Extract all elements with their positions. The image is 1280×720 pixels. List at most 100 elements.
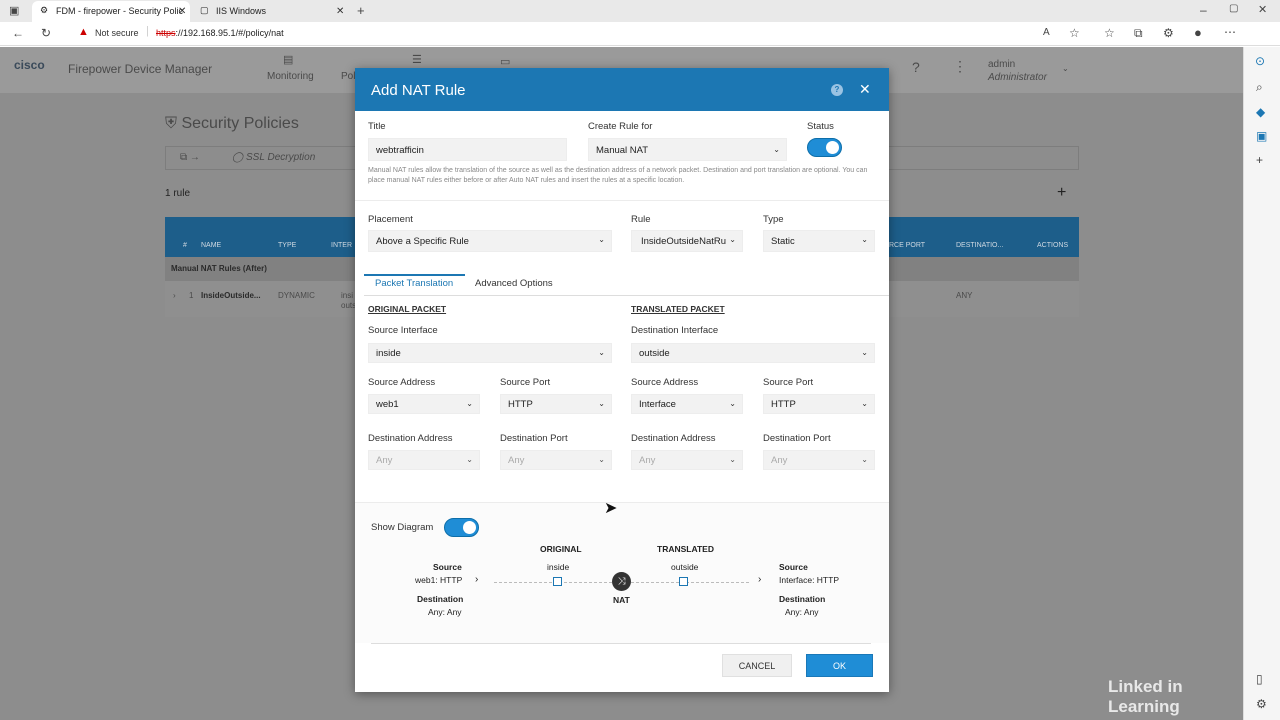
title-input[interactable]: webtrafficin [368,138,567,161]
favorite-icon[interactable]: ☆ [1069,26,1080,40]
flow-icon: ⧉ → [180,152,200,163]
divider [371,643,871,644]
trans-source-port-value: HTTP [771,399,796,410]
extensions-icon[interactable]: ⚙ [1163,26,1174,40]
add-nat-rule-dialog: Add NAT Rule ? ✕ Title webtrafficin Crea… [355,68,889,692]
chevron-down-icon: ⌄ [729,399,736,408]
status-label: Status [807,121,834,132]
expand-icon[interactable]: › [173,291,176,300]
tab-iis[interactable]: ▢ IIS Windows ✕ [192,1,350,22]
nav-monitoring[interactable]: Monitoring [267,71,314,82]
help-icon[interactable]: ? [831,84,843,96]
placement-select[interactable]: Above a Specific Rule ⌄ [368,230,612,252]
tab-actions-icon[interactable]: ▣ [9,4,19,17]
device-icon[interactable]: ☰ [412,53,422,66]
orig-destination-address-label: Destination Address [368,433,453,444]
col-destination: DESTINATIO... [956,242,1004,249]
rule-count: 1 rule [165,188,191,199]
col-num: # [183,242,187,249]
objects-icon[interactable]: ▭ [500,55,510,68]
chevron-down-icon: ⌄ [861,348,868,357]
help-icon[interactable]: ? [912,59,920,75]
minimize-icon[interactable]: – [1200,3,1207,17]
orig-source-port-select[interactable]: HTTP ⌄ [500,394,612,414]
right-source-label: Source [779,562,808,572]
tab-packet-translation[interactable]: Packet Translation [375,278,453,289]
rule-select[interactable]: InsideOutsideNatRu ⌄ [631,230,743,252]
tab-fdm[interactable]: ⚙ FDM - firepower - Security Polic ✕ [32,1,190,22]
rule-label: Rule [631,214,651,225]
ok-button[interactable]: OK [806,654,873,677]
trans-source-port-select[interactable]: HTTP ⌄ [763,394,875,414]
orig-source-port-value: HTTP [508,399,533,410]
diagram-line-right [631,582,749,583]
row-dest: ANY [956,291,973,300]
type-value: Static [771,236,795,247]
toggle-knob [826,141,839,154]
toggle-knob [463,521,476,534]
shopping-icon[interactable]: ◆ [1256,105,1265,119]
orig-destination-port-value: Any [508,455,525,466]
orig-source-address-select[interactable]: web1 ⌄ [368,394,480,414]
orig-destination-port-select[interactable]: Any ⌄ [500,450,612,470]
collections-icon[interactable]: ⧉ [1134,26,1143,41]
close-icon[interactable]: ✕ [178,6,186,17]
security-label[interactable]: Not secure [95,28,139,38]
warning-icon: ▲ [78,26,89,38]
trans-destination-port-label: Destination Port [763,433,831,444]
new-tab-icon[interactable]: + [357,3,365,18]
tab-title: FDM - firepower - Security Polic [56,6,184,16]
close-icon[interactable]: ✕ [336,6,344,17]
add-icon[interactable]: + [1057,184,1066,202]
chevron-down-icon: ⌄ [729,455,736,464]
read-aloud-icon[interactable]: A [1043,27,1050,38]
orig-destination-port-label: Destination Port [500,433,568,444]
status-toggle[interactable] [807,138,842,157]
address-bar: ← ↻ ▲ Not secure | https://192.168.95.1/… [0,22,1280,46]
settings-icon[interactable]: ⚙ [1256,697,1267,711]
favorites-icon[interactable]: ☆ [1104,26,1115,40]
show-diagram-toggle[interactable] [444,518,479,537]
trans-destination-address-select[interactable]: Any ⌄ [631,450,743,470]
page-title: ⛨ Security Policies [165,115,299,132]
type-select[interactable]: Static ⌄ [763,230,875,252]
row-type: DYNAMIC [278,291,315,300]
window-close-icon[interactable]: ✕ [1258,3,1267,16]
tab-advanced-options[interactable]: Advanced Options [475,278,553,289]
right-dest-label: Destination [779,594,826,604]
rule-value: InsideOutsideNatRu [641,236,727,247]
more-icon[interactable]: ⋯ [1224,25,1236,39]
source-interface-select[interactable]: inside ⌄ [368,343,612,363]
cancel-button[interactable]: CANCEL [722,654,792,677]
back-icon[interactable]: ← [12,26,24,40]
split-screen-icon[interactable]: ▯ [1256,672,1263,686]
more-menu-icon[interactable]: ⋮ [953,58,967,75]
close-icon[interactable]: ✕ [859,81,871,98]
chevron-down-icon: ⌄ [729,235,736,244]
destination-interface-select[interactable]: outside ⌄ [631,343,875,363]
maximize-icon[interactable]: ▢ [1229,3,1238,14]
row-iface-out: outs [341,301,357,310]
tab-bar: ▣ ⚙ FDM - firepower - Security Polic ✕ ▢… [0,0,1280,22]
placement-value: Above a Specific Rule [376,236,469,247]
chevron-down-icon: ⌄ [598,235,605,244]
profile-icon[interactable]: ● [1194,25,1202,40]
mouse-cursor-icon: ➤ [604,500,618,517]
user-name[interactable]: admin [988,59,1015,70]
add-sidebar-icon[interactable]: + [1256,153,1263,167]
create-rule-select[interactable]: Manual NAT ⌄ [588,138,787,161]
tab-divider [364,295,889,296]
destination-interface-label: Destination Interface [631,325,719,336]
refresh-icon[interactable]: ↻ [41,26,51,40]
help-text: Manual NAT rules allow the translation o… [368,167,868,184]
url-field[interactable]: https://192.168.95.1/#/policy/nat [156,28,284,38]
search-icon[interactable]: ⌕ [1256,80,1263,95]
outlook-icon[interactable]: ▣ [1256,129,1267,143]
outside-interface-node [679,577,688,586]
chevron-down-icon[interactable]: ⌄ [1062,64,1069,73]
trans-destination-port-select[interactable]: Any ⌄ [763,450,875,470]
trans-source-address-select[interactable]: Interface ⌄ [631,394,743,414]
orig-destination-address-select[interactable]: Any ⌄ [368,450,480,470]
breadcrumb[interactable]: ◯ SSL Decryption [232,152,315,163]
bing-icon[interactable]: ⊙ [1255,54,1265,68]
